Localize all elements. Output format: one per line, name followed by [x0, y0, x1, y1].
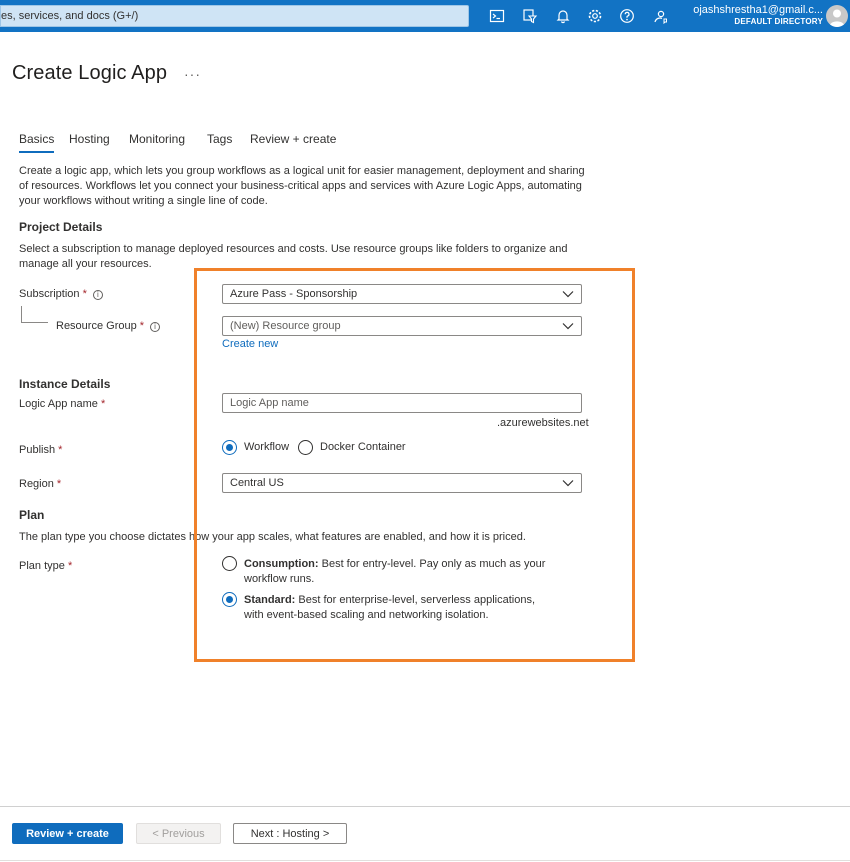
publish-workflow-radio[interactable]: [222, 440, 237, 455]
subscription-label: Subscription * i: [19, 288, 103, 300]
region-dropdown[interactable]: Central US: [222, 473, 582, 493]
instance-details-heading: Instance Details: [19, 377, 111, 391]
chevron-down-icon: [562, 480, 574, 487]
tab-review-create[interactable]: Review + create: [250, 132, 336, 146]
tab-basics[interactable]: Basics: [19, 132, 55, 153]
subscription-value: Azure Pass - Sponsorship: [230, 288, 358, 300]
bottom-divider: [0, 860, 850, 861]
page-title: Create Logic App: [12, 62, 168, 84]
required-marker: *: [139, 320, 145, 332]
review-create-button[interactable]: Review + create: [12, 823, 123, 844]
account-directory: DEFAULT DIRECTORY: [734, 17, 823, 26]
tab-hosting[interactable]: Hosting: [69, 132, 110, 146]
directory-filter-icon[interactable]: [522, 8, 538, 24]
region-label: Region *: [19, 478, 62, 490]
publish-workflow-label[interactable]: Workflow: [244, 441, 289, 453]
plan-description: The plan type you choose dictates how yo…: [19, 531, 526, 543]
publish-docker-radio[interactable]: [298, 440, 313, 455]
info-icon[interactable]: i: [92, 290, 103, 300]
logic-app-name-label: Logic App name *: [19, 398, 106, 410]
cloud-shell-icon[interactable]: [489, 8, 505, 24]
chevron-down-icon: [562, 291, 574, 298]
required-marker: *: [67, 560, 73, 572]
intro-description: Create a logic app, which lets you group…: [19, 165, 585, 207]
required-marker: *: [58, 444, 63, 456]
tab-tags[interactable]: Tags: [207, 132, 232, 146]
more-options-icon[interactable]: ···: [184, 66, 201, 82]
required-marker: *: [100, 398, 106, 410]
plan-standard-label[interactable]: Standard: Best for enterprise-level, ser…: [244, 593, 554, 623]
next-hosting-button[interactable]: Next : Hosting >: [233, 823, 347, 844]
help-icon[interactable]: [619, 8, 635, 24]
resource-group-label: Resource Group * i: [56, 320, 161, 332]
publish-docker-label[interactable]: Docker Container: [320, 441, 406, 453]
project-details-description: Select a subscription to manage deployed…: [19, 243, 568, 270]
create-new-link[interactable]: Create new: [222, 338, 278, 350]
tab-monitoring[interactable]: Monitoring: [129, 132, 185, 146]
top-navigation-bar: es, services, and docs (G+/) ojashshrest…: [0, 0, 850, 32]
footer-divider: [0, 806, 850, 807]
logic-app-name-input[interactable]: [222, 393, 582, 413]
required-marker: *: [82, 288, 87, 300]
settings-icon[interactable]: [587, 8, 603, 24]
domain-suffix: .azurewebsites.net: [497, 417, 589, 429]
subscription-dropdown[interactable]: Azure Pass - Sponsorship: [222, 284, 582, 304]
resource-group-dropdown[interactable]: (New) Resource group: [222, 316, 582, 336]
region-value: Central US: [230, 477, 284, 489]
plan-heading: Plan: [19, 508, 45, 522]
chevron-down-icon: [562, 323, 574, 330]
required-marker: *: [56, 478, 62, 490]
search-placeholder: es, services, and docs (G+/): [1, 10, 139, 22]
previous-button[interactable]: < Previous: [136, 823, 221, 844]
avatar[interactable]: [826, 5, 848, 27]
plan-consumption-label[interactable]: Consumption: Best for entry-level. Pay o…: [244, 557, 554, 587]
global-search-input[interactable]: es, services, and docs (G+/): [0, 5, 469, 27]
plan-type-label: Plan type *: [19, 560, 73, 572]
resource-group-value: (New) Resource group: [230, 320, 341, 332]
account-menu[interactable]: ojashshrestha1@gmail.c... DEFAULT DIRECT…: [693, 4, 823, 27]
tree-connector: [21, 306, 22, 322]
plan-consumption-radio[interactable]: [222, 556, 237, 571]
plan-standard-radio[interactable]: [222, 592, 237, 607]
tree-connector: [21, 322, 48, 323]
notifications-icon[interactable]: [555, 8, 571, 24]
feedback-icon[interactable]: [652, 8, 668, 24]
info-icon[interactable]: i: [150, 322, 161, 332]
publish-label: Publish *: [19, 444, 63, 456]
project-details-heading: Project Details: [19, 220, 103, 234]
account-email: ojashshrestha1@gmail.c...: [693, 4, 823, 16]
